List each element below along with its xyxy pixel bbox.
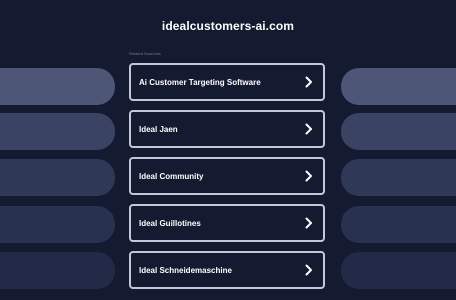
related-link-2[interactable]: Ideal Jaen [129,110,325,148]
related-link-label: Ideal Schneidemaschine [139,265,232,275]
related-searches-label: Related Searches [129,51,161,56]
chevron-right-icon [303,122,315,136]
related-link-label: Ideal Guillotines [139,218,201,228]
left-pill-4 [0,206,115,243]
right-pill-4 [341,206,456,243]
right-pill-2 [341,113,456,150]
related-link-label: Ideal Jaen [139,124,178,134]
related-link-label: Ideal Community [139,171,204,181]
related-link-label: Ai Customer Targeting Software [139,77,261,87]
left-pill-1 [0,68,115,105]
related-link-5[interactable]: Ideal Schneidemaschine [129,251,325,289]
domain-title: idealcustomers-ai.com [161,19,295,33]
related-link-3[interactable]: Ideal Community [129,157,325,195]
chevron-right-icon [303,75,315,89]
left-pill-3 [0,159,115,196]
chevron-right-icon [303,169,315,183]
left-pill-2 [0,113,115,150]
left-pill-5 [0,252,115,289]
chevron-right-icon [303,263,315,277]
related-link-1[interactable]: Ai Customer Targeting Software [129,63,325,101]
related-link-4[interactable]: Ideal Guillotines [129,204,325,242]
right-pill-1 [341,68,456,105]
chevron-right-icon [303,216,315,230]
right-pill-5 [341,252,456,289]
parked-domain-page: idealcustomers-ai.com Related Searches A… [0,0,456,300]
right-pill-3 [341,159,456,196]
